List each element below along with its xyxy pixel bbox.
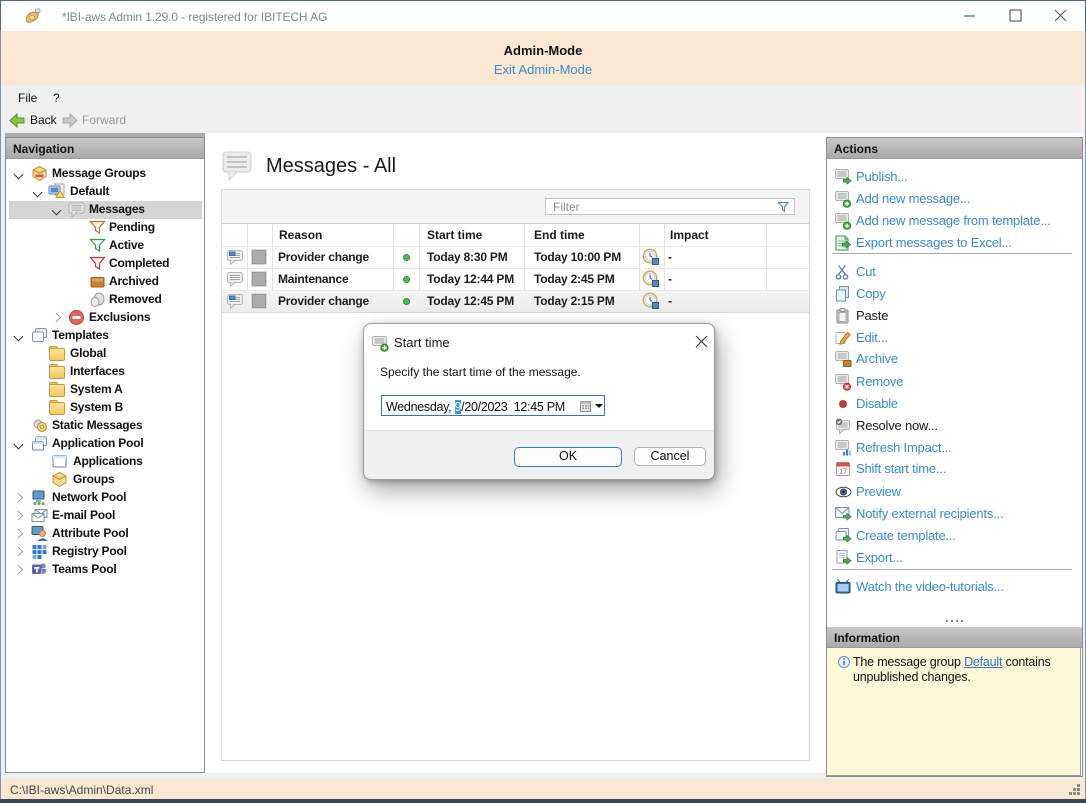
svg-text:17: 17 xyxy=(839,467,847,476)
